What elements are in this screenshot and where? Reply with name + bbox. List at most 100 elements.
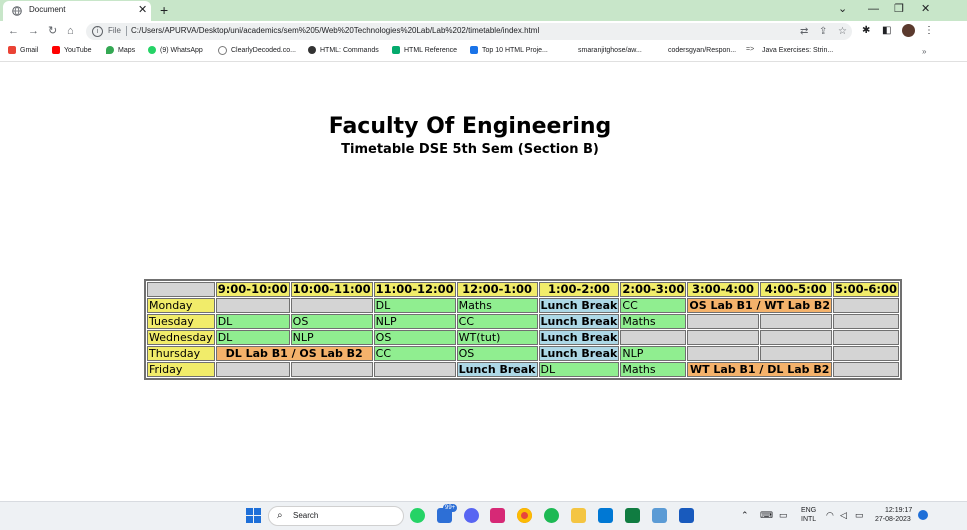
windows-start-icon[interactable] <box>246 508 261 523</box>
bookmark-label: HTML Reference <box>404 46 458 54</box>
tab-search-icon[interactable]: ⌄ <box>838 3 847 15</box>
lab-cell: OS Lab B1 / WT Lab B2 <box>687 298 832 313</box>
notification-icon[interactable] <box>918 510 928 520</box>
more-bookmarks-icon[interactable]: » <box>922 47 926 56</box>
empty-cell <box>832 362 899 377</box>
share-icon[interactable]: ⇪ <box>819 26 827 37</box>
column-header: 3:00-4:00 <box>687 282 759 297</box>
address-bar[interactable]: i File C:/Users/APURVA/Desktop/uni/acade… <box>86 23 852 40</box>
github-icon <box>566 46 574 54</box>
notepad-icon[interactable] <box>652 508 667 523</box>
minimize-icon[interactable]: — <box>868 3 879 15</box>
clock-time[interactable]: 12:19:17 <box>885 507 912 515</box>
taskbar: ⌕ Search 99+ ⌃ ⌨ ▭ ENG INTL ◠ ◁ ▭ 12:19:… <box>0 501 967 530</box>
bookmark-html-reference[interactable]: HTML Reference <box>392 46 457 54</box>
clearlydecoded-icon <box>218 46 227 55</box>
empty-cell <box>832 346 899 361</box>
column-header: 9:00-10:00 <box>215 282 290 297</box>
empty-cell <box>832 330 899 345</box>
subject-cell: OS <box>373 330 456 345</box>
menu-icon[interactable]: ⋮ <box>924 25 934 36</box>
bookmark-label: smaranjitghose/aw... <box>578 46 642 54</box>
battery-icon[interactable]: ▭ <box>855 511 864 520</box>
taskbar-search[interactable]: ⌕ Search <box>268 506 404 526</box>
restore-icon[interactable]: ❐ <box>894 3 904 15</box>
url-separator <box>126 26 127 36</box>
forward-icon[interactable]: → <box>28 25 39 37</box>
page-subtitle: Timetable DSE 5th Sem (Section B) <box>341 142 599 157</box>
chevron-up-icon[interactable]: ⌃ <box>741 511 749 520</box>
column-header: 2:00-3:00 <box>620 282 687 297</box>
column-header: 4:00-5:00 <box>759 282 832 297</box>
keyboard-layout-indicator[interactable]: INTL <box>801 516 816 524</box>
subject-cell: OS <box>290 314 373 329</box>
subject-cell: NLP <box>373 314 456 329</box>
whatsapp-icon <box>148 46 156 54</box>
bookmark-label: Gmail <box>20 46 39 54</box>
bookmark-html-commands[interactable]: HTML: Commands <box>308 46 379 54</box>
bookmarks-bar: Gmail YouTube Maps (9) WhatsApp ClearlyD… <box>0 43 967 62</box>
bookmark-label: Java Exercises: Strin... <box>762 46 834 54</box>
clock-date[interactable]: 27-08-2023 <box>875 516 911 524</box>
browser-tab[interactable]: Document ✕ <box>3 1 151 21</box>
column-header: 10:00-11:00 <box>290 282 373 297</box>
day-cell: Tuesday <box>147 314 215 329</box>
file-explorer-icon[interactable] <box>571 508 586 523</box>
new-tab-icon[interactable]: + <box>160 2 168 18</box>
column-header: 12:00-1:00 <box>456 282 538 297</box>
bookmark-label: (9) WhatsApp <box>160 46 203 54</box>
reload-icon[interactable]: ↻ <box>48 25 57 37</box>
subject-cell: NLP <box>290 330 373 345</box>
instagram-icon[interactable] <box>490 508 505 523</box>
empty-cell <box>687 346 759 361</box>
subject-cell: CC <box>456 314 538 329</box>
empty-cell <box>832 314 899 329</box>
vscode-icon[interactable] <box>598 508 613 523</box>
subject-cell: CC <box>373 346 456 361</box>
wifi-icon[interactable]: ◠ <box>826 511 834 520</box>
whatsapp-icon[interactable] <box>410 508 425 523</box>
bookmark-star-icon[interactable]: ☆ <box>838 26 847 37</box>
subject-cell: OS <box>456 346 538 361</box>
back-icon[interactable]: ← <box>8 25 19 37</box>
bookmark-codersgyan[interactable]: codersgyan/Respon... <box>656 46 736 54</box>
site-info-icon[interactable]: i <box>92 26 103 37</box>
profile-avatar[interactable] <box>902 24 915 37</box>
keyboard-icon[interactable]: ⌨ <box>760 511 773 520</box>
bookmark-smaranjitghose[interactable]: smaranjitghose/aw... <box>566 46 642 54</box>
w3schools-icon <box>392 46 400 54</box>
chrome-icon[interactable] <box>517 508 532 523</box>
subject-cell: DL <box>215 330 290 345</box>
w3resource-icon: => <box>746 46 755 53</box>
translate-icon[interactable]: ⇄ <box>800 26 808 37</box>
extensions-icon[interactable]: ✱ <box>862 25 870 36</box>
url-text[interactable]: C:/Users/APURVA/Desktop/uni/academics/se… <box>131 26 539 35</box>
side-panel-icon[interactable]: ◧ <box>882 25 891 36</box>
subject-cell: DL <box>373 298 456 313</box>
bookmark-clearlydecoded[interactable]: ClearlyDecoded.co... <box>218 46 296 55</box>
empty-cell <box>290 298 373 313</box>
spotify-icon[interactable] <box>544 508 559 523</box>
volume-icon[interactable]: ◁ <box>840 511 847 520</box>
bookmark-gmail[interactable]: Gmail <box>8 46 38 54</box>
close-window-icon[interactable]: ✕ <box>921 3 930 15</box>
gmail-icon <box>8 46 16 54</box>
discord-icon[interactable] <box>464 508 479 523</box>
bookmark-top10-html[interactable]: Top 10 HTML Proje... <box>470 46 548 54</box>
close-tab-icon[interactable]: ✕ <box>138 4 147 16</box>
empty-cell <box>759 314 832 329</box>
tab-strip: Document ✕ + ⌄ — ❐ ✕ <box>0 0 967 21</box>
excel-icon[interactable] <box>625 508 640 523</box>
language-indicator[interactable]: ENG <box>801 507 816 515</box>
home-icon[interactable]: ⌂ <box>67 25 74 37</box>
bookmark-whatsapp[interactable]: (9) WhatsApp <box>148 46 203 54</box>
display-icon[interactable]: ▭ <box>779 511 788 520</box>
word-icon[interactable] <box>679 508 694 523</box>
subject-cell: Maths <box>620 362 687 377</box>
timetable-header-row: 9:00-10:00 10:00-11:00 11:00-12:00 12:00-1:… <box>147 282 899 297</box>
bookmark-java-exercises[interactable]: => Java Exercises: Strin... <box>746 46 833 54</box>
timetable-row: Tuesday DL OS NLP CC Lunch Break Maths <box>147 314 899 329</box>
bookmark-youtube[interactable]: YouTube <box>52 46 92 54</box>
bookmark-maps[interactable]: Maps <box>106 46 135 54</box>
corner-cell <box>147 282 215 297</box>
